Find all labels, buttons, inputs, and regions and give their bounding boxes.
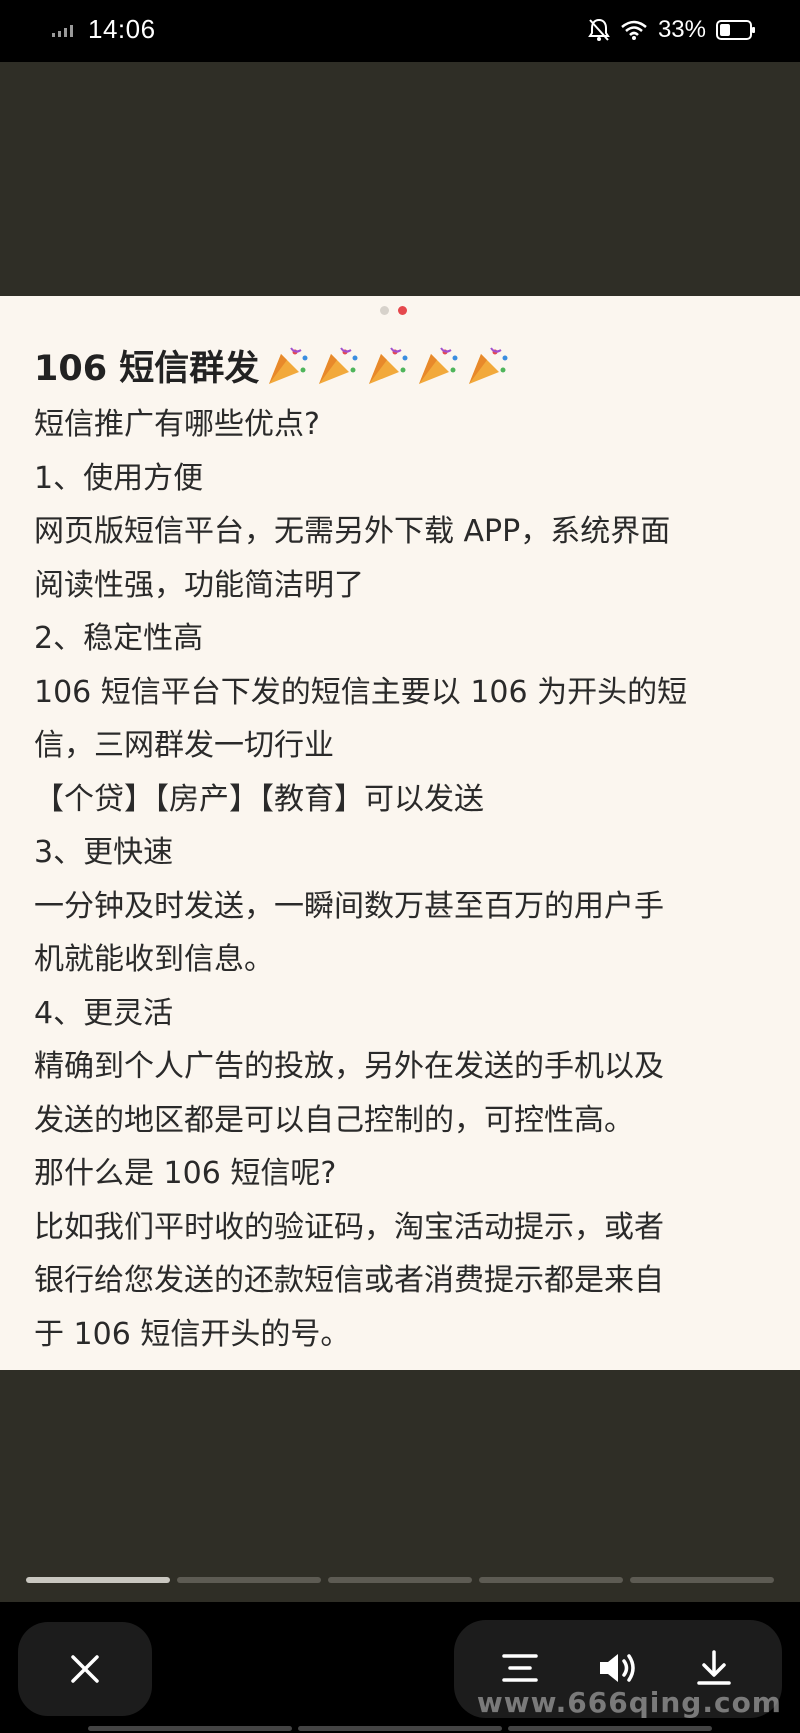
carousel-dots [380, 306, 407, 315]
post-line: 那什么是 106 短信呢? [34, 1156, 337, 1191]
volume-button[interactable] [596, 1646, 640, 1690]
post-line: 4、更灵活 [34, 995, 174, 1031]
post-title: 106 短信群发 [34, 340, 513, 391]
close-button[interactable] [18, 1622, 152, 1716]
post-line: 机就能收到信息。 [34, 942, 274, 977]
post-line: 精确到个人广告的投放，另外在发送的手机以及 [34, 1049, 664, 1084]
party-popper-icon [269, 346, 308, 384]
status-bar: 14:06 33% [0, 0, 800, 62]
volume-icon [600, 1654, 635, 1682]
image-background-bottom [0, 1370, 800, 1602]
status-time: 14:06 [88, 14, 156, 44]
post-line: 106 短信平台下发的短信主要以 106 为开头的短 [34, 674, 688, 710]
party-popper-icon [369, 346, 408, 384]
download-button[interactable] [692, 1646, 736, 1690]
image-background-top [0, 62, 800, 296]
slide-progress [26, 1577, 774, 1583]
carousel-dot-active [398, 306, 407, 315]
post-line: 3、更快速 [34, 835, 174, 870]
party-popper-icon [319, 346, 358, 384]
party-popper-icon [419, 346, 458, 384]
post-line: 发送的地区都是可以自己控制的，可控性高。 [34, 1102, 634, 1138]
progress-segment[interactable] [479, 1577, 623, 1583]
post-title-text: 106 短信群发 [34, 349, 260, 389]
emoji-row [265, 344, 513, 388]
menu-icon [502, 1654, 538, 1682]
close-icon [71, 1655, 99, 1683]
mute-bell-icon [588, 18, 610, 41]
menu-button[interactable] [498, 1646, 542, 1690]
post-line: 阅读性强，功能简洁明了 [34, 567, 364, 603]
home-indicator [88, 1726, 712, 1731]
progress-segment[interactable] [328, 1577, 472, 1583]
progress-segment[interactable] [177, 1577, 321, 1583]
progress-segment-active[interactable] [26, 1577, 170, 1583]
wifi-icon [621, 20, 647, 40]
post-line: 2、稳定性高 [34, 621, 204, 656]
progress-segment[interactable] [630, 1577, 774, 1583]
carousel-dot [380, 306, 389, 315]
post-line: 一分钟及时发送，一瞬间数万甚至百万的用户手 [34, 888, 664, 924]
post-line: 比如我们平时收的验证码，淘宝活动提示，或者 [34, 1209, 664, 1245]
post-line: 于 106 短信开头的号。 [34, 1316, 351, 1352]
battery-icon [716, 20, 755, 40]
post-line: 【个贷】【房产】【教育】可以发送 [34, 781, 484, 817]
bottom-bar: www.666qing.com [0, 1602, 800, 1733]
post-line: 银行给您发送的还款短信或者消费提示都是来自 [34, 1263, 664, 1298]
post-line: 短信推广有哪些优点? [34, 407, 320, 442]
party-popper-icon [469, 346, 508, 384]
post-line: 信，三网群发一切行业 [34, 728, 334, 763]
download-icon [697, 1650, 731, 1685]
battery-percent: 33% [657, 16, 706, 43]
post-line: 网页版短信平台，无需另外下载 APP，系统界面 [34, 514, 671, 549]
post-line: 1、使用方便 [34, 460, 204, 496]
post-body: 短信推广有哪些优点? 1、使用方便 网页版短信平台，无需另外下载 APP，系统界… [34, 398, 774, 1361]
post-image-card: 106 短信群发 短信推广有哪些优点? 1、使用方便 网页版短信平台，无需另外下… [0, 296, 800, 1370]
signal-icon [52, 24, 73, 37]
watermark: www.666qing.com [476, 1686, 782, 1719]
